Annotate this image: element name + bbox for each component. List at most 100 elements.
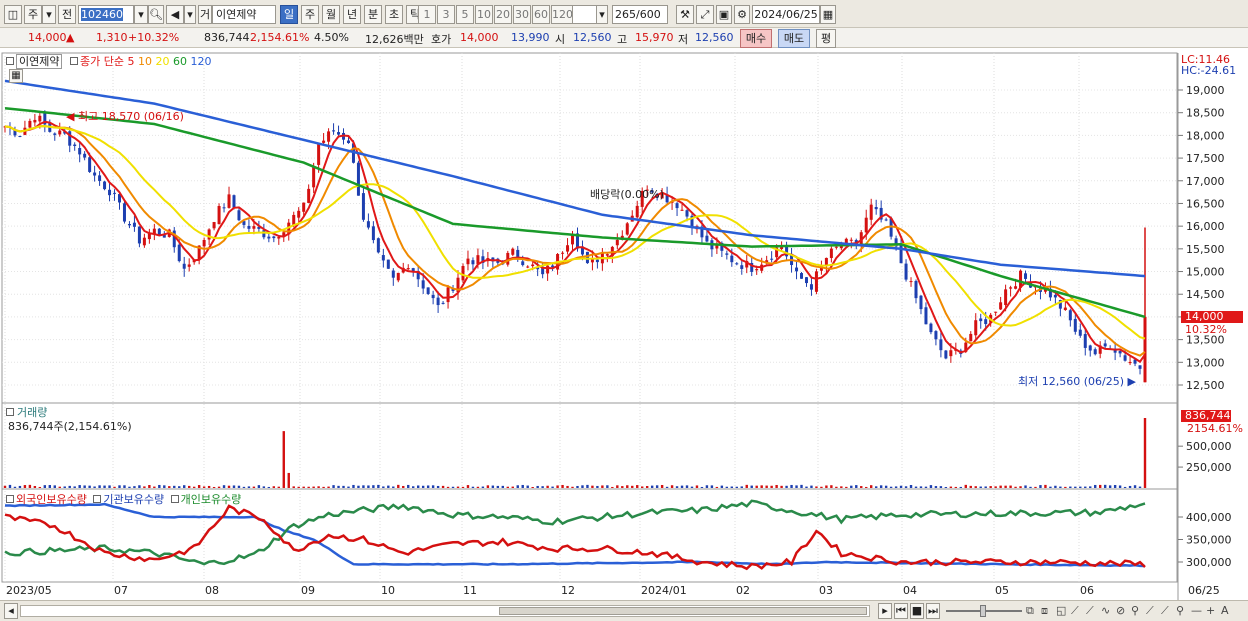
tool-icon-9[interactable]: ⟋ — [1161, 604, 1169, 618]
forward-icon[interactable]: ⏭ — [926, 603, 940, 619]
institution-box-icon[interactable] — [93, 495, 102, 503]
period-button-1[interactable]: 주 — [301, 5, 319, 24]
volume-bar — [38, 486, 42, 488]
interval-button-2[interactable]: 5 — [456, 5, 474, 24]
date-field[interactable]: 2024/06/25 — [752, 5, 820, 24]
tool-icon-3[interactable]: ⟋ — [1071, 604, 1079, 618]
tool-icon-5[interactable]: ∿ — [1101, 604, 1110, 617]
volume-bar — [1014, 486, 1017, 488]
candle-body — [984, 319, 988, 325]
interval-dropdown-icon[interactable]: ▾ — [596, 5, 608, 24]
save-icon[interactable]: ▣ — [716, 5, 732, 24]
volume-bar — [397, 484, 400, 488]
volume-bar — [342, 485, 345, 488]
count-value: 265 — [615, 8, 636, 21]
tool-icon-12[interactable]: + — [1206, 604, 1215, 617]
speaker-icon[interactable]: ◀ — [166, 5, 184, 24]
period-button-0[interactable]: 일 — [280, 5, 298, 24]
high-annotation: ◀ 최고 18,570 (06/16) — [66, 110, 184, 123]
buy-button[interactable]: 매수 — [740, 29, 772, 48]
candle-body — [356, 162, 360, 196]
volume-bar — [347, 486, 350, 488]
volume-bar — [655, 485, 659, 488]
tools-icon[interactable]: ⚒ — [676, 5, 694, 24]
tool-icon-7[interactable]: ⚲ — [1131, 604, 1139, 617]
interval-button-7[interactable]: 120 — [551, 5, 573, 24]
rewind-icon[interactable]: ⏮ — [894, 603, 908, 619]
legend-box-icon[interactable] — [6, 57, 14, 65]
chart-area[interactable]: 2023/05 07 08 09 10 11 12 2024/01 02 03 04 05 06 06/2… — [0, 50, 1248, 600]
volume-bar — [596, 485, 599, 488]
tool-icon-0[interactable]: ⧉ — [1026, 604, 1034, 618]
foreign-box-icon[interactable] — [6, 495, 14, 503]
candle-body — [466, 258, 470, 265]
tool-icon-8[interactable]: ⟋ — [1146, 604, 1154, 618]
search-icon[interactable]: 🔍︎ — [148, 5, 164, 24]
tool-icon-11[interactable]: — — [1191, 604, 1202, 617]
grid-icon[interactable]: ▦ — [9, 69, 23, 83]
x-label-2: 08 — [205, 584, 219, 597]
gear-icon[interactable]: ⚙ — [734, 5, 750, 24]
code-dropdown-icon[interactable]: ▾ — [134, 5, 148, 24]
volume-bar — [695, 485, 699, 488]
zoom-slider-handle[interactable] — [980, 605, 986, 617]
tool-icon-1[interactable]: ⧈ — [1041, 604, 1048, 618]
legend-ma-box-icon[interactable] — [69, 57, 78, 65]
volume-bar — [272, 486, 276, 488]
open-price: 12,560 — [573, 31, 612, 44]
interval-button-0[interactable]: 1 — [418, 5, 436, 24]
period-button-3[interactable]: 년 — [343, 5, 361, 24]
tool-icon-13[interactable]: A — [1221, 604, 1229, 617]
period-button-2[interactable]: 월 — [322, 5, 340, 24]
tool-icon-10[interactable]: ⚲ — [1176, 604, 1184, 617]
stock-name-field[interactable]: 이연제약 — [212, 5, 276, 24]
horizontal-scrollbar[interactable] — [20, 605, 870, 617]
volume-bar — [576, 485, 579, 488]
volume-bar — [984, 486, 987, 488]
volume-bar — [750, 485, 753, 488]
volume-bar — [884, 485, 888, 488]
volume-bar — [481, 486, 485, 488]
candle-body — [1078, 329, 1082, 336]
count-field[interactable]: 265/600 — [612, 5, 668, 24]
volume-bar — [158, 484, 161, 488]
scroll-left-icon[interactable]: ◂ — [4, 603, 18, 619]
candle-body — [441, 302, 445, 304]
volume-box-icon[interactable] — [6, 408, 14, 416]
fullscreen-icon[interactable]: ⤢ — [696, 5, 714, 24]
speaker-dropdown-icon[interactable]: ▾ — [184, 5, 196, 24]
prev-button[interactable]: 전 — [58, 5, 76, 24]
tool-icon-2[interactable]: ◱ — [1056, 604, 1066, 617]
volume-bar — [556, 485, 559, 488]
sell-button[interactable]: 매도 — [778, 29, 810, 48]
period-main-select[interactable]: 주 — [24, 5, 42, 24]
tool-icon-4[interactable]: ⟋ — [1086, 604, 1094, 618]
individual-box-icon[interactable] — [170, 495, 179, 503]
candle-body — [974, 320, 978, 336]
x-label-9: 03 — [819, 584, 833, 597]
interval-button-5[interactable]: 30 — [513, 5, 531, 24]
stop-icon[interactable]: ■ — [910, 603, 924, 619]
candle-body — [366, 221, 370, 228]
chevron-down-icon[interactable]: ▾ — [42, 5, 56, 24]
interval-button-3[interactable]: 10 — [475, 5, 493, 24]
avg-button[interactable]: 평 — [816, 29, 836, 48]
scroll-right-icon[interactable]: ▸ — [878, 603, 892, 619]
period-button-4[interactable]: 분 — [364, 5, 382, 24]
volume-bar — [128, 486, 131, 488]
volume-bar — [665, 486, 669, 488]
volume-bar — [367, 485, 370, 488]
period-button-5[interactable]: 초 — [385, 5, 403, 24]
interval-button-1[interactable]: 3 — [437, 5, 455, 24]
volume-bar — [173, 485, 176, 488]
hold-y-label-0: 400,000 — [1186, 511, 1232, 524]
calendar-icon[interactable]: ▦ — [820, 5, 836, 24]
volume: 836,744 — [204, 31, 250, 44]
interval-button-6[interactable]: 60 — [532, 5, 550, 24]
scroll-thumb[interactable] — [499, 607, 867, 615]
candle-body — [675, 203, 679, 209]
interval-button-4[interactable]: 20 — [494, 5, 512, 24]
chart-type-icon[interactable]: ◫ — [4, 5, 22, 24]
tool-icon-6[interactable]: ⊘ — [1116, 604, 1125, 617]
stock-code-input[interactable]: 102460 — [78, 5, 134, 24]
